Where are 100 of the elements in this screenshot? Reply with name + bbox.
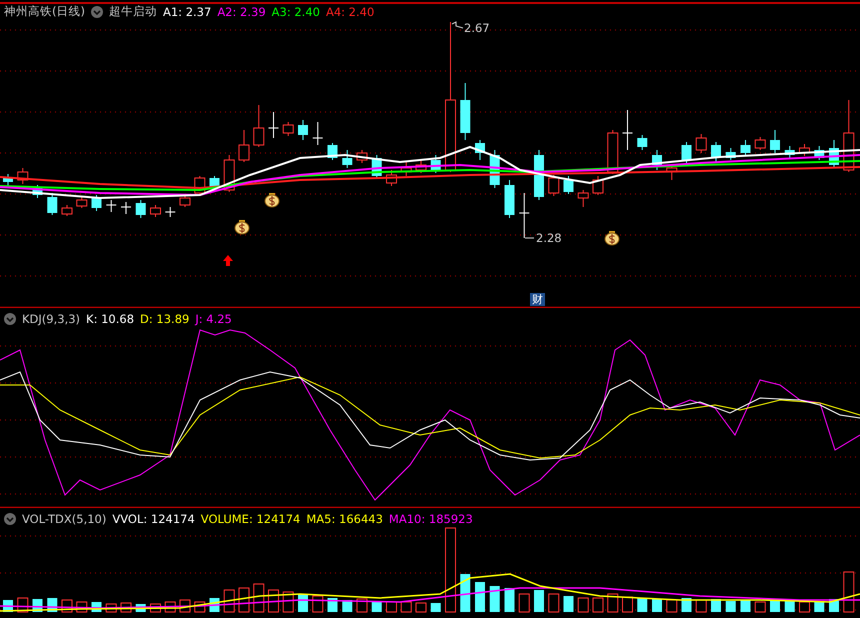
candlestick — [770, 130, 780, 154]
volume-bar — [312, 596, 324, 612]
candlestick — [666, 164, 678, 180]
leader-line — [452, 21, 464, 28]
money-bag-icon — [234, 220, 250, 234]
candlestick — [799, 144, 810, 156]
indicator-name: VOL-TDX(5,10) — [22, 512, 106, 526]
candlestick — [460, 82, 470, 140]
candlestick — [504, 180, 514, 218]
volume-bar — [696, 600, 707, 612]
candlestick — [696, 134, 707, 154]
high-price-label: 2.67 — [464, 21, 490, 35]
candlestick — [518, 192, 530, 238]
volume-bar — [607, 594, 618, 612]
candlestick — [386, 170, 397, 186]
candlestick — [564, 176, 574, 194]
candlestick — [150, 204, 161, 218]
volume-bar — [754, 602, 766, 612]
volume-bar — [637, 598, 648, 612]
candlestick — [298, 120, 308, 140]
low-price-label: 2.28 — [536, 231, 562, 245]
candlestick — [652, 150, 662, 170]
money-bag-icon — [604, 231, 620, 246]
indicator-value: J: 4.25 — [195, 312, 232, 326]
volume-bar — [548, 594, 560, 612]
indicator-value: K: 10.68 — [86, 312, 134, 326]
candlestick — [607, 130, 618, 174]
candlestick — [238, 130, 250, 162]
candlestick — [416, 160, 426, 174]
money-bag-icon — [264, 193, 280, 208]
volume-bar — [504, 588, 514, 612]
candlestick — [253, 104, 264, 148]
candlestick — [740, 140, 750, 156]
indicator-value: A3: 2.40 — [272, 4, 320, 18]
candlestick — [475, 140, 485, 160]
candlestick — [784, 146, 795, 158]
candlestick — [92, 194, 102, 212]
candlestick — [3, 174, 13, 186]
volume-bar — [518, 594, 530, 612]
candlestick — [682, 142, 692, 164]
candlestick — [711, 142, 721, 162]
volume-bar — [770, 601, 780, 612]
indicator-value: MA5: 166443 — [306, 512, 383, 526]
indicator-name: KDJ(9,3,3) — [22, 312, 80, 326]
volume-bar — [534, 590, 544, 612]
volume-bar — [652, 599, 662, 612]
volume-bar — [224, 590, 235, 612]
volume-bar — [460, 574, 470, 612]
candlestick — [548, 174, 560, 196]
candlestick — [356, 150, 368, 164]
indicator-value: VOLUME: 124174 — [200, 512, 300, 526]
volume-bar — [475, 582, 485, 612]
volume-bar — [400, 602, 412, 612]
volume-bar — [622, 596, 633, 612]
candlestick — [282, 122, 294, 136]
candlestick — [622, 110, 633, 150]
candlestick — [136, 200, 146, 218]
candlestick — [754, 136, 766, 150]
indicator-name: 超牛启动 — [108, 4, 157, 19]
candlestick — [164, 206, 176, 218]
candlestick — [17, 168, 28, 184]
candlestick — [180, 194, 190, 208]
volume-bar — [843, 572, 854, 612]
candlestick — [578, 190, 589, 208]
volume-bar — [666, 600, 678, 612]
volume-bar — [578, 598, 589, 612]
candlestick — [814, 146, 824, 160]
candlestick — [400, 162, 412, 176]
volume-bar — [253, 584, 264, 612]
volume-bar — [490, 586, 500, 612]
volume-bar — [386, 602, 397, 612]
candlestick — [76, 196, 88, 208]
candlestick — [726, 148, 736, 160]
finance-marker[interactable]: 财 — [530, 293, 545, 306]
volume-bar — [356, 598, 368, 612]
volume-bar — [430, 603, 441, 612]
volume-bar — [726, 601, 736, 612]
candlestick — [32, 184, 42, 198]
volume-bar — [682, 598, 692, 612]
indicator-value: D: 13.89 — [140, 312, 190, 326]
chevron-down-icon[interactable] — [90, 6, 103, 18]
volume-bar — [564, 596, 574, 612]
candlestick — [120, 202, 132, 214]
candlestick — [592, 176, 604, 196]
candlestick — [106, 200, 117, 212]
indicator-value: MA10: 185923 — [388, 512, 473, 526]
volume-bar — [740, 600, 750, 612]
candlestick — [637, 134, 648, 150]
candlestick — [342, 150, 352, 168]
candlestick — [268, 112, 279, 138]
candlestick — [534, 150, 544, 200]
stock-title: 神州高铁(日线) — [4, 4, 85, 19]
chevron-down-icon[interactable] — [4, 513, 16, 525]
candlestick — [62, 204, 72, 216]
candlestick — [312, 122, 324, 146]
chevron-down-icon[interactable] — [4, 313, 16, 325]
indicator-value: A2: 2.39 — [217, 4, 266, 18]
candlestick — [829, 140, 839, 168]
volume-bar — [592, 598, 604, 612]
volume-bar — [711, 599, 721, 612]
